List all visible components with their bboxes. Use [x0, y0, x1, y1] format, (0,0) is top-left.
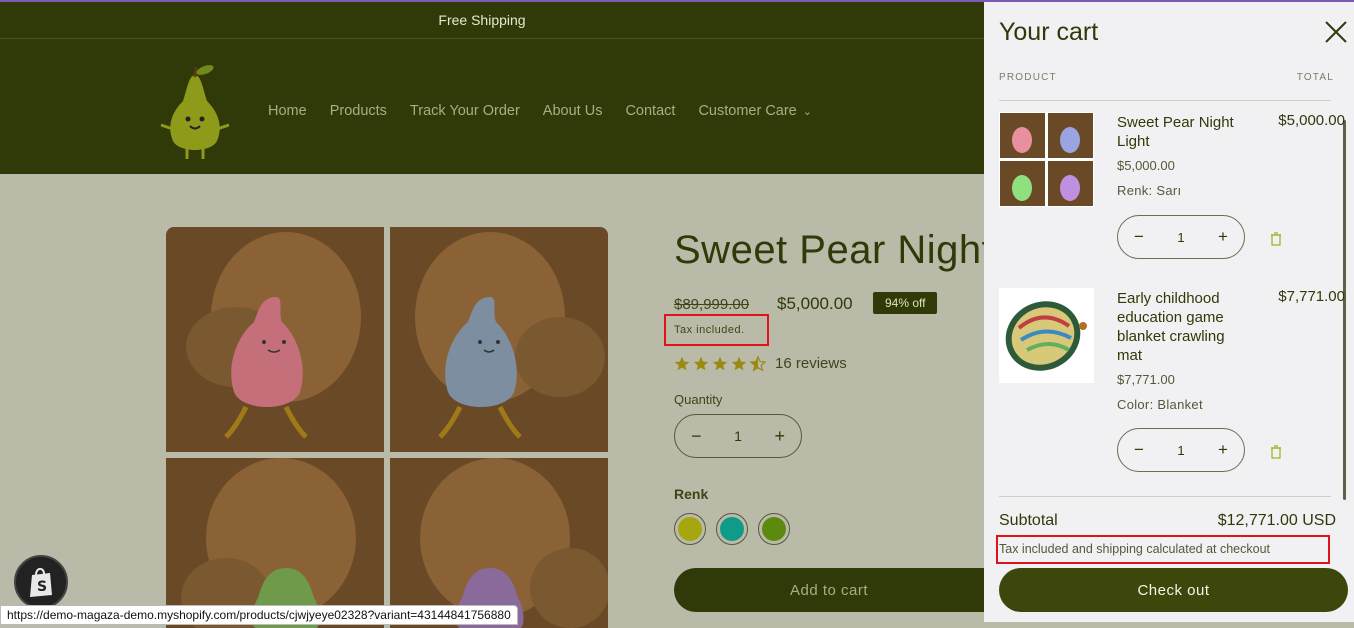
cart-item-price: $5,000.00 — [1117, 158, 1175, 173]
compare-at-price: $89,999.00 — [674, 296, 750, 313]
cart-item-option: Renk: Sarı — [1117, 183, 1182, 198]
sale-price: $5,000.00 — [777, 294, 853, 313]
swatch-yellow-fill — [678, 517, 702, 541]
highlight-box-cart-tax — [996, 535, 1330, 564]
nav-about[interactable]: About Us — [543, 103, 603, 119]
checkout-button[interactable]: Check out — [999, 568, 1348, 612]
variant-label: Renk — [674, 486, 709, 502]
status-bar-url: https://demo-magaza-demo.myshopify.com/p… — [0, 605, 518, 625]
swatch-green-fill — [762, 517, 786, 541]
cart-quantity-value[interactable]: 1 — [1177, 443, 1184, 458]
plus-button[interactable]: + — [1218, 227, 1228, 247]
nav-track-order-label: Track Your Order — [409, 103, 520, 119]
footer-divider — [999, 496, 1331, 497]
rating-stars[interactable]: 16 reviews — [674, 355, 847, 372]
swatch-green[interactable] — [758, 513, 790, 545]
half-star-icon — [750, 355, 766, 372]
star-icon — [731, 356, 747, 370]
cart-drawer: Your cart PRODUCT TOTAL Sweet Pear Night… — [984, 2, 1354, 622]
cart-item-name[interactable]: Early childhood education game blanket c… — [1117, 289, 1242, 365]
cart-title: Your cart — [999, 18, 1099, 46]
close-icon[interactable] — [1324, 20, 1348, 44]
trash-icon[interactable] — [1270, 445, 1282, 459]
column-product: PRODUCT — [999, 72, 1057, 83]
shopify-bag-icon[interactable]: S — [14, 555, 68, 609]
quantity-label: Quantity — [674, 392, 723, 407]
cart-item-name[interactable]: Sweet Pear Night Light — [1117, 113, 1242, 151]
product-title: Sweet Pear Night Light — [674, 228, 984, 272]
discount-badge: 94% off — [873, 292, 938, 314]
swatch-teal[interactable] — [716, 513, 748, 545]
product-image-green[interactable] — [166, 458, 384, 628]
minus-button[interactable]: − — [1134, 440, 1144, 460]
swatch-yellow[interactable] — [674, 513, 706, 545]
svg-text:S: S — [37, 579, 47, 595]
trash-icon[interactable] — [1270, 232, 1282, 246]
minus-button[interactable]: − — [1134, 227, 1144, 247]
minus-button[interactable]: − — [691, 426, 702, 447]
subtotal-label: Subtotal — [999, 512, 1058, 529]
star-icon — [712, 356, 728, 370]
announcement-bar: Free Shipping — [0, 2, 984, 38]
product-image-purple[interactable] — [390, 458, 608, 628]
cart-quantity-stepper: − 1 + — [1117, 215, 1245, 259]
product-image-blue[interactable] — [390, 227, 608, 452]
pear-logo[interactable] — [155, 61, 235, 161]
cart-quantity-stepper: − 1 + — [1117, 428, 1245, 472]
nav-contact-label: Contact — [625, 103, 676, 119]
cart-item-total: $5,000.00 — [1278, 112, 1345, 129]
nav-customer-care[interactable]: Customer Care ⌄ — [698, 103, 812, 119]
main-nav: Home Products Track Your Order About Us … — [268, 103, 835, 119]
header-divider — [999, 100, 1331, 101]
cart-item-price: $7,771.00 — [1117, 372, 1175, 387]
add-to-cart-button[interactable]: Add to cart — [674, 568, 984, 612]
reviews-count: 16 reviews — [775, 355, 847, 372]
quantity-stepper: − 1 + — [674, 414, 802, 458]
color-swatches — [674, 513, 790, 545]
announcement-text: Free Shipping — [438, 12, 526, 28]
nav-about-label: About Us — [542, 103, 603, 119]
cart-item-image[interactable] — [999, 112, 1094, 207]
plus-button[interactable]: + — [1218, 440, 1228, 460]
cart-scrollbar[interactable] — [1343, 120, 1346, 500]
nav-customer-care-label: Customer Care — [698, 103, 797, 119]
cart-item-total: $7,771.00 — [1278, 288, 1345, 305]
subtotal-value: $12,771.00 USD — [1217, 512, 1336, 529]
nav-contact[interactable]: Contact — [625, 103, 675, 119]
cart-item-image[interactable] — [999, 288, 1094, 383]
cart-item-option: Color: Blanket — [1117, 397, 1203, 412]
plus-button[interactable]: + — [774, 426, 785, 447]
chevron-down-icon: ⌄ — [802, 105, 812, 118]
column-total: TOTAL — [1296, 72, 1334, 83]
cart-quantity-value[interactable]: 1 — [1177, 230, 1184, 245]
product-image-pink[interactable] — [166, 227, 384, 452]
star-icon — [693, 356, 709, 370]
nav-track-order[interactable]: Track Your Order — [410, 103, 520, 119]
nav-products-label: Products — [329, 103, 387, 119]
quantity-value[interactable]: 1 — [734, 428, 742, 444]
highlight-box-tax-note — [664, 314, 769, 346]
site-header: Home Products Track Your Order About Us … — [0, 38, 984, 174]
nav-home-label: Home — [268, 103, 307, 119]
swatch-teal-fill — [720, 517, 744, 541]
product-gallery — [166, 227, 618, 628]
star-icon — [674, 356, 690, 370]
nav-home[interactable]: Home — [268, 103, 307, 119]
nav-products[interactable]: Products — [330, 103, 387, 119]
